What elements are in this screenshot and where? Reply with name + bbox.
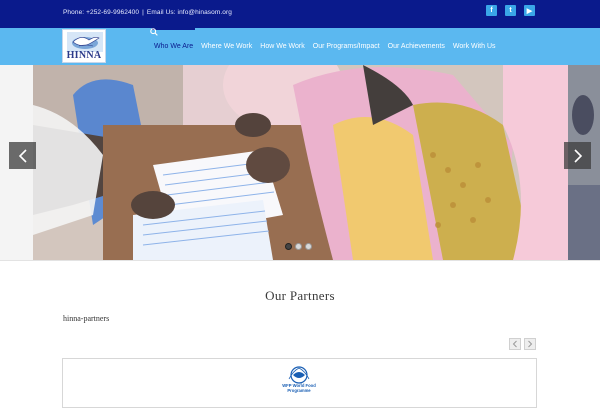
partners-heading: Our Partners: [265, 288, 335, 303]
facebook-icon[interactable]: f: [486, 5, 497, 16]
chevron-left-icon: [18, 148, 27, 163]
section-divider: [0, 260, 600, 261]
slider-dot[interactable]: [305, 243, 312, 250]
chevron-left-icon: [512, 340, 517, 348]
hero-photo: [33, 65, 568, 260]
contact-separator: |: [142, 9, 144, 16]
nav-item-how-we-work[interactable]: How We Work: [256, 28, 308, 65]
slider-dot[interactable]: [285, 243, 292, 250]
search-icon: [150, 28, 158, 36]
next-slide-preview: [572, 95, 594, 135]
nav-item-our-programs[interactable]: Our Programs/Impact: [309, 28, 384, 65]
slider-next-button[interactable]: [564, 142, 591, 169]
slider-pagination: [285, 243, 312, 250]
contact-info: Phone: +252-69-9962400 | Email Us: info@hi…: [63, 9, 232, 16]
twitter-icon[interactable]: t: [505, 5, 516, 16]
wfp-logo: WFP World Food Programme: [277, 365, 321, 401]
next-slide-preview-lower: [568, 185, 600, 260]
partners-prev-button[interactable]: [509, 338, 521, 350]
partners-next-button[interactable]: [524, 338, 536, 350]
youtube-icon[interactable]: ▶: [524, 5, 535, 16]
wfp-emblem-icon: [288, 366, 310, 384]
nav-item-where-we-work[interactable]: Where We Work: [197, 28, 256, 65]
partner-logo-card[interactable]: WFP World Food Programme: [62, 358, 537, 408]
hero-slide-image: [33, 65, 568, 260]
partners-subtitle: hinna-partners: [63, 314, 110, 323]
email-link[interactable]: Email Us: info@hinasom.org: [147, 9, 232, 16]
slider-prev-button[interactable]: [9, 142, 36, 169]
phone-text: Phone: +252-69-9962400: [63, 9, 140, 16]
chevron-right-icon: [528, 340, 533, 348]
nav-item-our-achievements[interactable]: Our Achievements: [384, 28, 449, 65]
dove-icon: [67, 32, 103, 52]
top-contact-bar: Phone: +252-69-9962400 | Email Us: info@hi…: [0, 0, 600, 28]
search-button[interactable]: [150, 28, 158, 65]
logo-text: HINNA: [66, 50, 102, 61]
site-logo[interactable]: HINNA: [62, 29, 106, 63]
nav-item-work-with-us[interactable]: Work With Us: [449, 28, 500, 65]
slider-dot[interactable]: [295, 243, 302, 250]
wfp-logo-text: WFP World Food Programme: [282, 383, 316, 393]
social-links: f t ▶: [486, 5, 535, 16]
nav-menu: Who We Are Where We Work How We Work Our…: [150, 28, 500, 65]
chevron-right-icon: [573, 148, 582, 163]
